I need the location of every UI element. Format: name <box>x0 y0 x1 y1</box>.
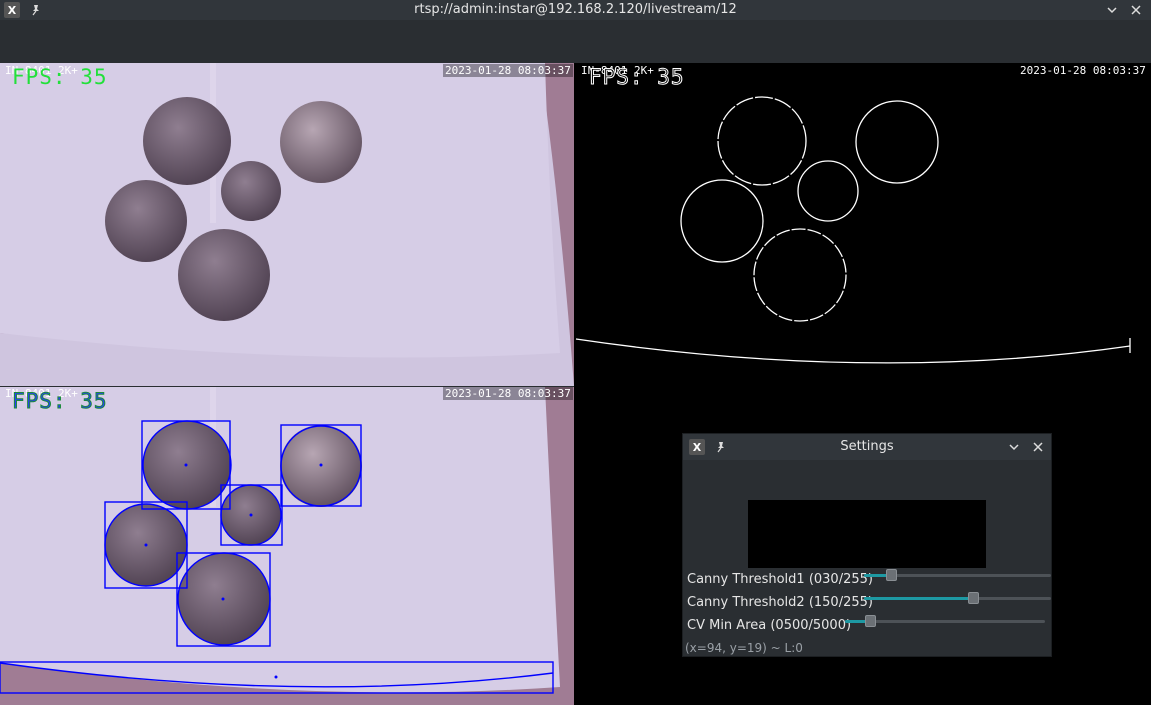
original-frame-image <box>0 63 574 386</box>
cv-min-area-slider[interactable] <box>845 615 1045 627</box>
original-camera-view: IN-8401 2K+ 2023-01-28 08:03:37 FPS: 35 <box>0 63 574 386</box>
camera-timestamp: 2023-01-28 08:03:37 <box>443 64 573 77</box>
coin-silver <box>280 101 362 183</box>
close-icon[interactable] <box>1128 2 1144 18</box>
chevron-down-icon[interactable] <box>1104 2 1120 18</box>
settings-titlebar: X Settings <box>683 434 1051 460</box>
fps-counter: FPS: 35 <box>589 65 685 90</box>
coin-small <box>221 161 281 221</box>
close-icon[interactable] <box>1030 439 1046 455</box>
canny-threshold1-slider[interactable] <box>864 569 1051 581</box>
camera-timestamp: 2023-01-28 08:03:37 <box>1020 64 1146 77</box>
cv-min-area-label: CV Min Area (0500/5000) <box>687 618 852 633</box>
canny-threshold2-label: Canny Threshold2 (150/255) <box>687 595 873 610</box>
coin-large-scalloped <box>143 97 231 185</box>
slider-handle[interactable] <box>885 569 897 581</box>
coin-bottom-scalloped <box>178 229 270 321</box>
fps-counter: FPS: 35 <box>12 389 108 414</box>
window-toolbar <box>0 20 1151 63</box>
settings-title: Settings <box>840 439 894 454</box>
chevron-down-icon[interactable] <box>1006 439 1022 455</box>
settings-preview-image <box>748 500 986 568</box>
canny-threshold1-label: Canny Threshold1 (030/255) <box>687 572 873 587</box>
slider-handle[interactable] <box>864 615 876 627</box>
cursor-status: (x=94, y=19) ~ L:0 <box>685 641 803 655</box>
contours-frame-image <box>0 387 574 705</box>
slider-handle[interactable] <box>967 592 979 604</box>
canny-threshold2-slider[interactable] <box>864 592 1051 604</box>
camera-timestamp: 2023-01-28 08:03:37 <box>443 387 573 400</box>
coin-left <box>105 180 187 262</box>
window-titlebar: X rtsp://admin:instar@192.168.2.120/live… <box>0 0 1151 20</box>
fps-counter: FPS: 35 <box>12 65 108 89</box>
slider-fill <box>864 597 973 600</box>
settings-window: X Settings Canny Threshold1 (030/255) Ca… <box>682 433 1052 657</box>
window-title: rtsp://admin:instar@192.168.2.120/livest… <box>414 2 737 17</box>
contour-detection-view: IN-8401 2K+ 2023-01-28 08:03:37 FPS: 35 <box>0 387 574 705</box>
